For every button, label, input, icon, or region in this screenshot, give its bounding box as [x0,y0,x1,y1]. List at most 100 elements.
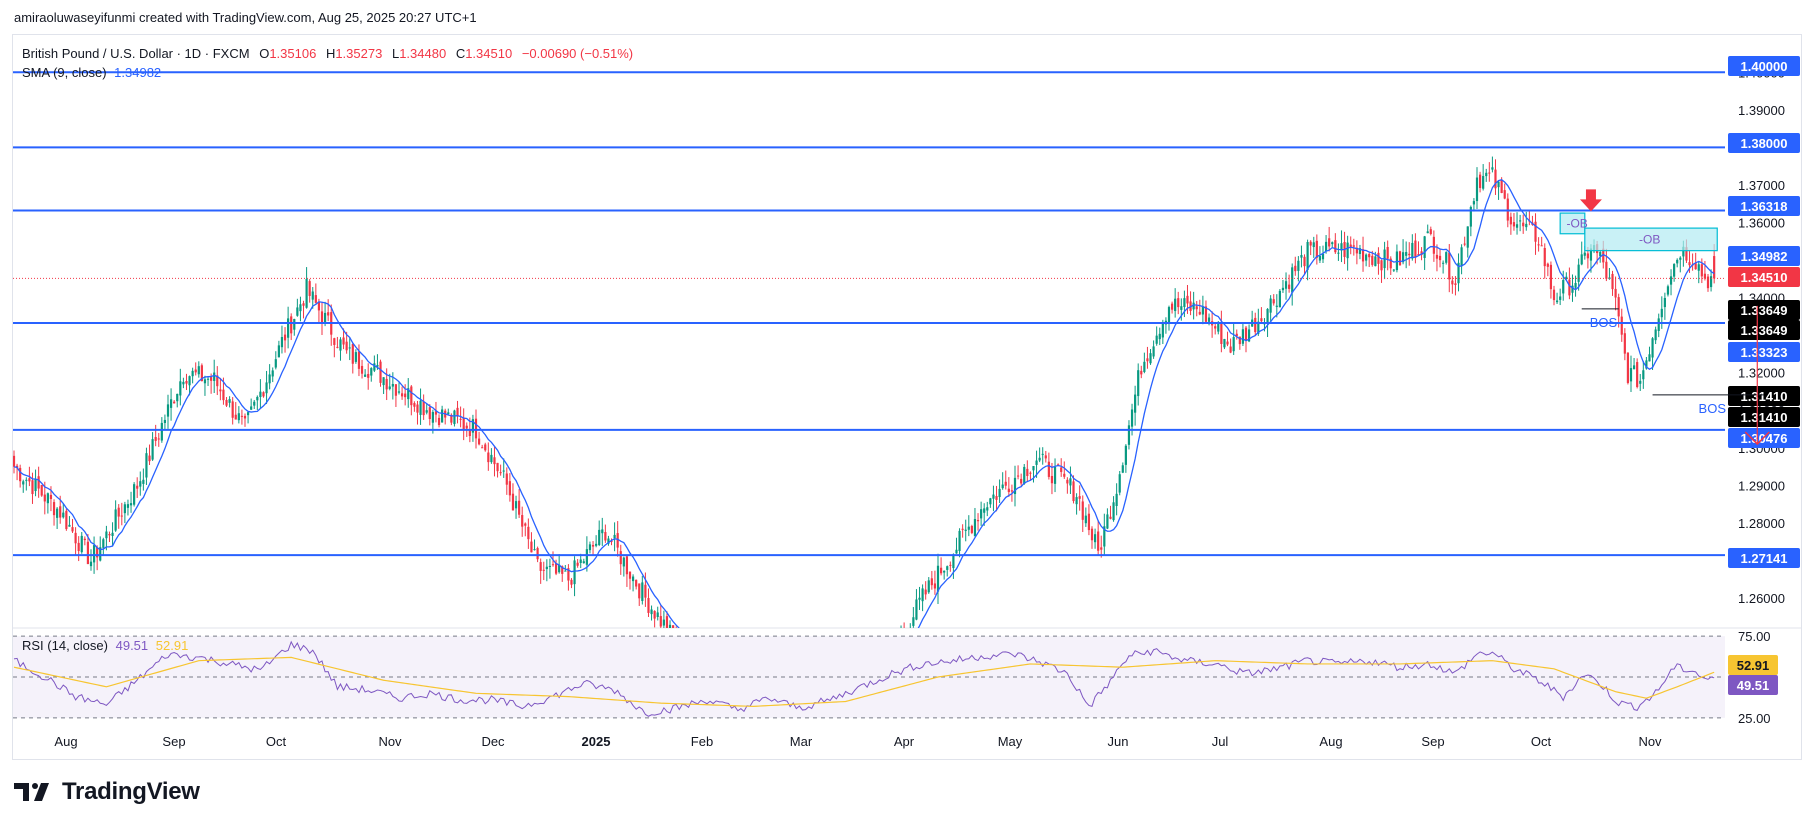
candle-body [964,529,967,531]
chart-canvas[interactable]: 1.260001.270001.280001.290001.300001.310… [0,0,1814,834]
candle-body [622,557,625,567]
candle-body [1075,497,1078,505]
candle-body [397,391,401,393]
candle-body [56,508,59,518]
candle-body [903,632,905,634]
candle-body [1161,322,1164,338]
candle-body [299,304,302,312]
candle-body [1266,308,1269,325]
candle-body [514,501,518,509]
candle-body [1438,255,1442,261]
candle-body [385,378,388,390]
candle-body [638,583,641,599]
candle-body [256,396,259,401]
candle-body [357,351,361,369]
tradingview-logo-icon [14,783,49,801]
candle-body [394,384,398,396]
candle-body [1331,242,1334,245]
candle-body [265,382,268,394]
candle-body [22,481,25,485]
candle-body [946,566,949,570]
candle-body [1269,298,1272,313]
candle-body [1519,220,1522,222]
candle-body [1121,465,1124,473]
candle-body [656,612,659,618]
candle-body [1134,394,1137,413]
candle-body [1651,338,1654,358]
candle-body [136,485,139,489]
candle-body [296,307,299,316]
candle-body [410,386,413,406]
candle-body [1097,531,1100,551]
candle-body [416,404,419,413]
candle-body [163,419,167,424]
tradingview-brand[interactable]: TradingView [14,778,200,806]
candle-body [1703,273,1707,279]
candle-body [1688,262,1691,266]
candle-body [659,616,662,627]
price-label-7: 1.33323 [1741,345,1788,360]
candle-body [1352,245,1355,247]
candle-body [157,438,160,440]
candle-body [388,386,391,389]
candle-body [582,561,585,564]
candle-body [1306,242,1309,270]
candle-body [52,502,56,516]
candle-body [262,392,265,397]
candle-body [1435,254,1439,259]
candle-body [422,401,425,416]
candle-body [1497,181,1500,188]
candle-body [668,624,672,628]
rsi-tick-label-0: 75.00 [1738,629,1771,644]
candle-body [126,504,130,508]
candle-body [1066,479,1069,484]
rsi-ma-value: 52.91 [155,638,189,653]
candle-body [1525,223,1528,228]
candle-body [345,341,348,351]
candle-body [271,370,274,377]
candle-body [1463,243,1466,245]
brand-name: TradingView [62,778,200,805]
candle-body [1657,318,1660,331]
candle-body [13,455,16,467]
candle-body [154,437,157,441]
candle-body [1174,298,1177,312]
candle-body [280,336,284,348]
candle-body [1047,461,1050,477]
candle-body [1281,287,1285,291]
candle-body [1386,246,1389,259]
candle-body [989,498,992,505]
candle-body [551,564,555,566]
candle-body [1503,190,1506,199]
candle-body [955,549,958,554]
candle-body [653,611,656,619]
candle-body [477,438,481,445]
candle-body [530,541,533,553]
price-label-11: 1.27141 [1741,551,1788,566]
price-label-8: 1.31410 [1741,389,1788,404]
candle-body [213,372,216,381]
candle-body [462,417,465,430]
candle-body [1207,317,1211,322]
candle-body [1515,224,1519,228]
candle-body [419,400,422,415]
candle-body [1660,308,1663,318]
candle-body [1146,358,1149,362]
candle-body [1448,252,1451,280]
candle-body [108,534,111,536]
x-tick-label-10: Jun [1108,734,1129,749]
candle-body [1309,241,1312,246]
candle-body [102,539,105,548]
candle-body [1429,229,1432,235]
candle-body [49,494,53,500]
candle-body [367,373,370,378]
candle-body [539,562,542,571]
candle-body [1063,473,1066,477]
candle-body [1072,481,1075,502]
candle-body [1127,425,1131,445]
candle-body [465,425,468,429]
candle-body [1155,335,1158,344]
candle-body [203,379,207,384]
y-tick-label-3: 1.29000 [1738,478,1785,493]
candle-body [1032,466,1035,471]
